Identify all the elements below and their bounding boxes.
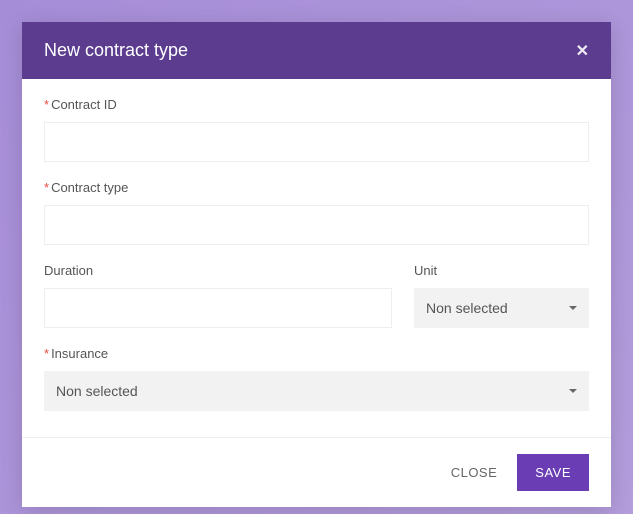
required-marker: * [44, 97, 49, 112]
field-insurance: *Insurance Non selected [44, 346, 589, 411]
modal-header: New contract type ✕ [22, 22, 611, 79]
required-marker: * [44, 180, 49, 195]
field-duration: Duration [44, 263, 392, 328]
insurance-select[interactable]: Non selected [44, 371, 589, 411]
insurance-label: *Insurance [44, 346, 589, 361]
required-marker: * [44, 346, 49, 361]
modal-title: New contract type [44, 40, 188, 61]
save-button[interactable]: SAVE [517, 454, 589, 491]
duration-input[interactable] [44, 288, 392, 328]
field-contract-type: *Contract type [44, 180, 589, 245]
contract-type-input[interactable] [44, 205, 589, 245]
contract-id-label: *Contract ID [44, 97, 589, 112]
label-text: Contract ID [51, 97, 117, 112]
modal-body: *Contract ID *Contract type Duration Uni… [22, 79, 611, 437]
new-contract-type-modal: New contract type ✕ *Contract ID *Contra… [22, 22, 611, 507]
insurance-selected-value: Non selected [56, 383, 138, 399]
close-icon[interactable]: ✕ [576, 41, 589, 61]
modal-footer: CLOSE SAVE [22, 437, 611, 507]
close-button[interactable]: CLOSE [445, 455, 504, 490]
unit-label: Unit [414, 263, 589, 278]
row-duration-unit: Duration Unit Non selected [44, 263, 589, 328]
caret-down-icon [569, 306, 577, 310]
contract-type-label: *Contract type [44, 180, 589, 195]
caret-down-icon [569, 389, 577, 393]
field-unit: Unit Non selected [414, 263, 589, 328]
unit-select[interactable]: Non selected [414, 288, 589, 328]
unit-selected-value: Non selected [426, 300, 508, 316]
field-contract-id: *Contract ID [44, 97, 589, 162]
duration-label: Duration [44, 263, 392, 278]
label-text: Insurance [51, 346, 108, 361]
contract-id-input[interactable] [44, 122, 589, 162]
label-text: Contract type [51, 180, 128, 195]
